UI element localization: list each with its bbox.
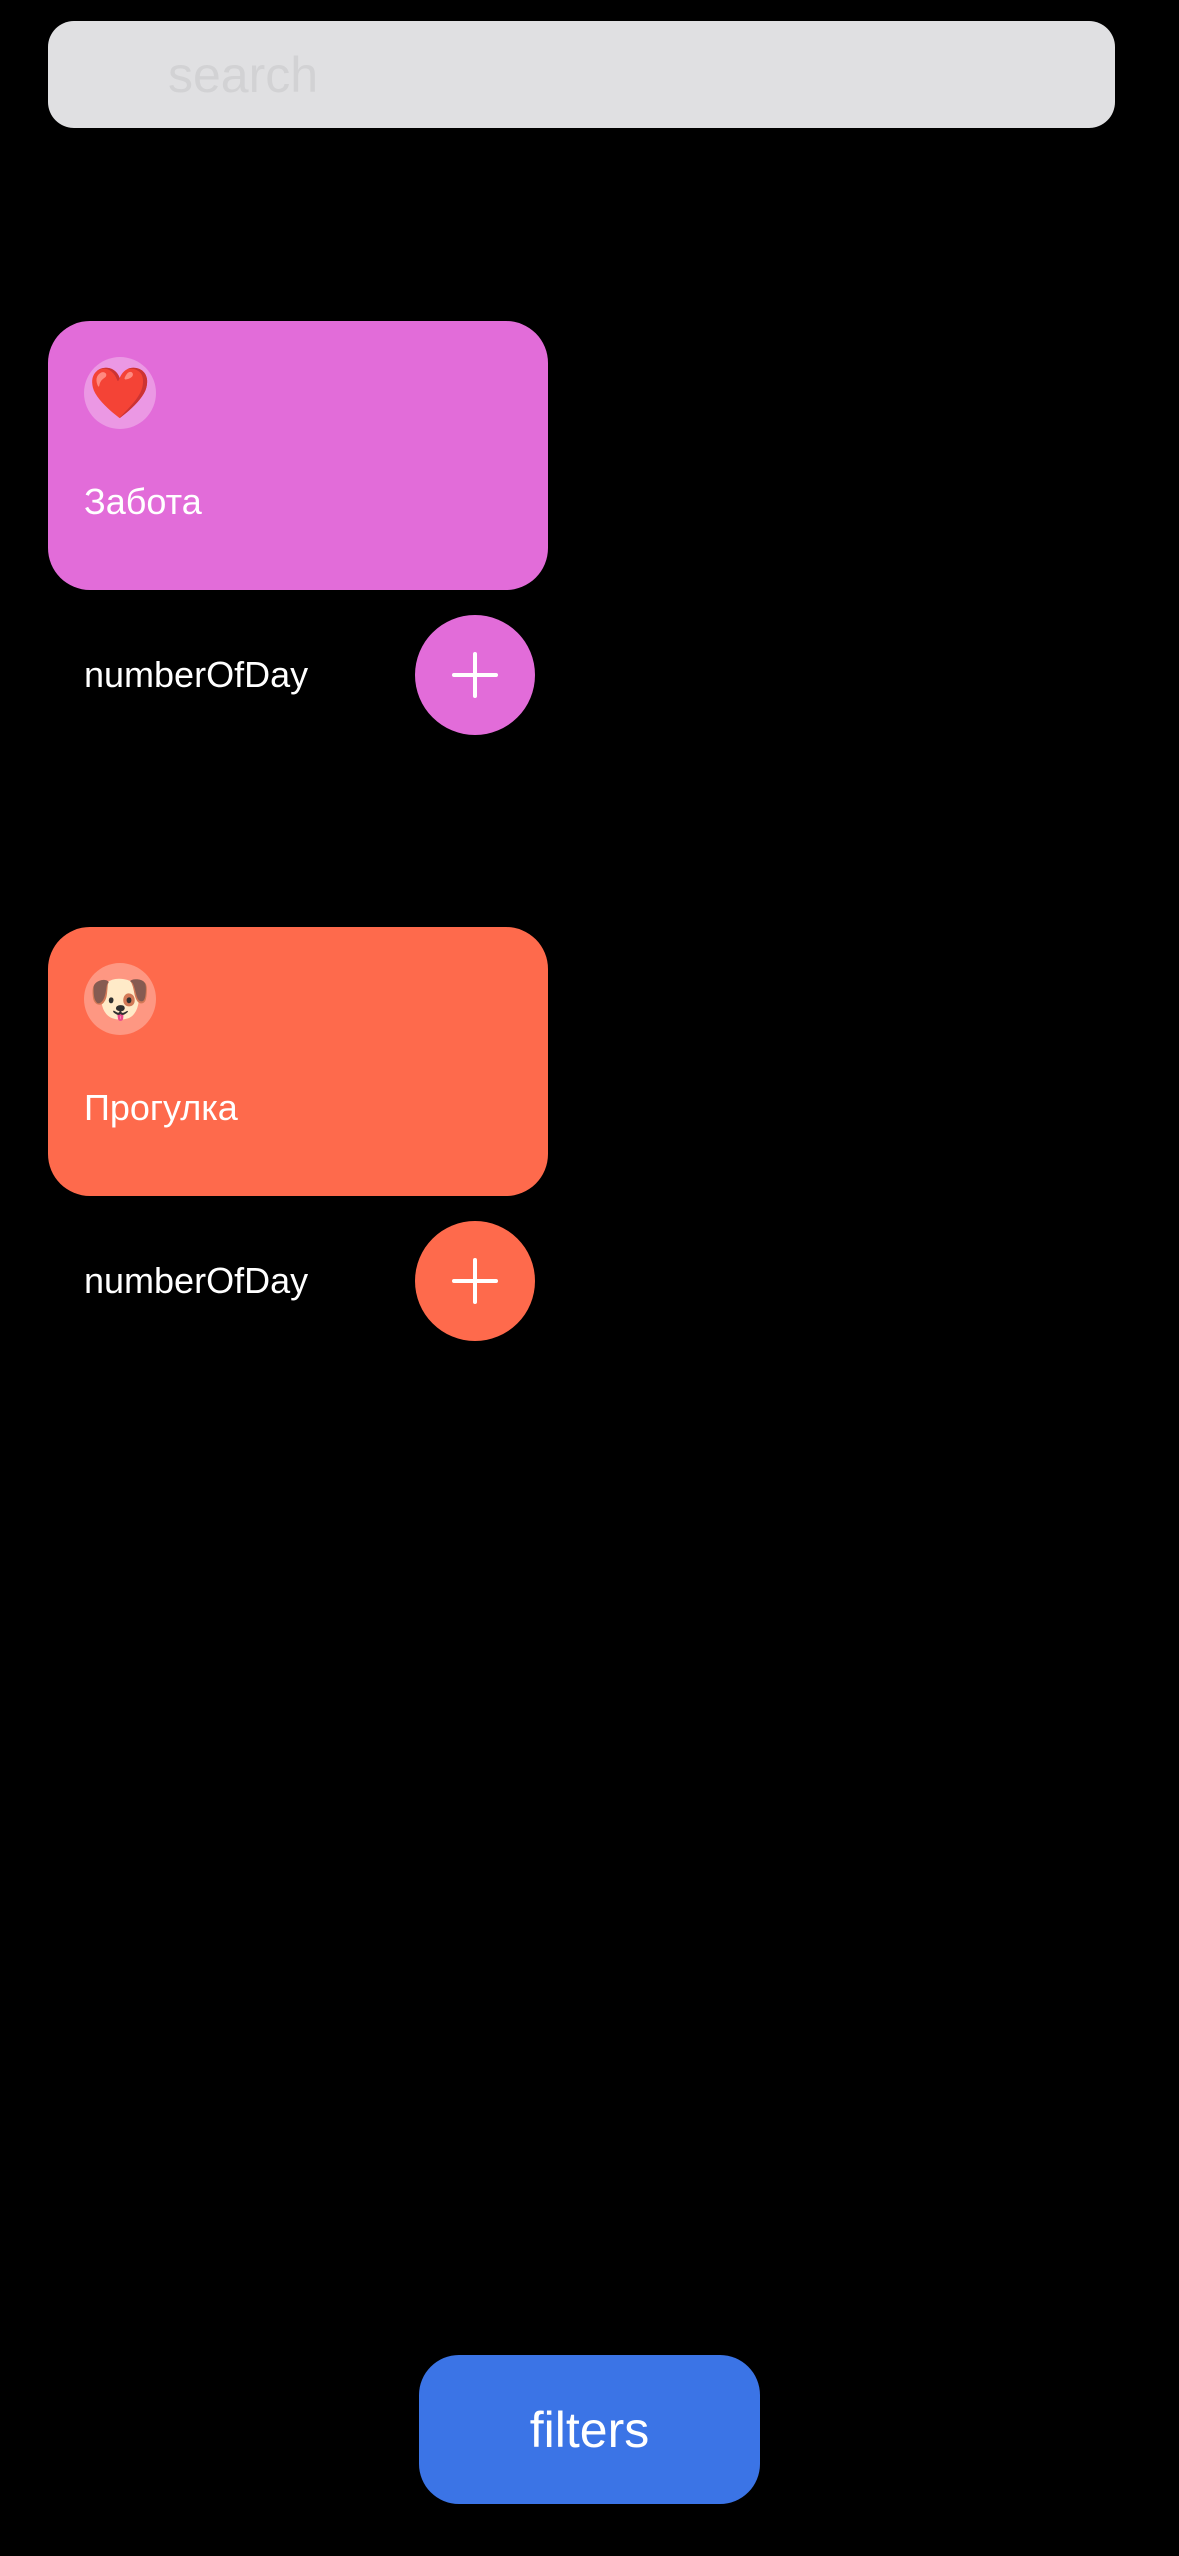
plus-icon xyxy=(452,652,498,698)
habit-day-count: numberOfDay xyxy=(84,654,309,695)
dog-face-emoji-icon: 🐶 xyxy=(84,963,156,1035)
filters-button[interactable]: filters xyxy=(419,2355,760,2504)
habit-title: Прогулка xyxy=(84,1087,238,1128)
habit-day-count: numberOfDay xyxy=(84,1260,309,1301)
plus-icon xyxy=(452,1258,498,1304)
habit-title: Забота xyxy=(84,481,202,522)
habit-item-progulka: 🐶 Прогулка numberOfDay xyxy=(48,927,548,1341)
heart-emoji-icon: ❤️ xyxy=(84,357,156,429)
search-bar[interactable] xyxy=(48,21,1115,128)
habit-footer: numberOfDay xyxy=(48,1221,548,1341)
habit-card[interactable]: ❤️ Забота xyxy=(48,321,548,590)
habit-footer: numberOfDay xyxy=(48,615,548,735)
add-day-button[interactable] xyxy=(415,615,535,735)
habit-card[interactable]: 🐶 Прогулка xyxy=(48,927,548,1196)
search-input[interactable] xyxy=(168,21,1068,128)
add-day-button[interactable] xyxy=(415,1221,535,1341)
habit-item-zabota: ❤️ Забота numberOfDay xyxy=(48,321,548,735)
